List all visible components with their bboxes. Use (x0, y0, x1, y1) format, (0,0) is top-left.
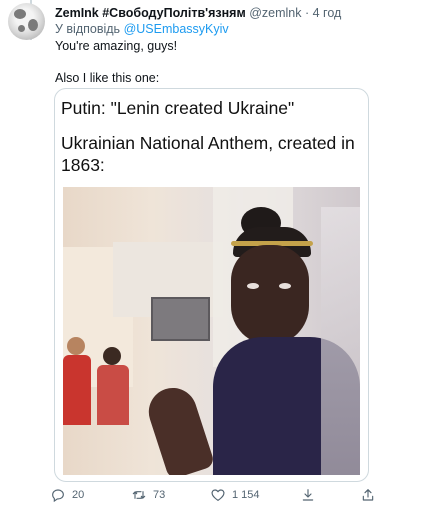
user-handle[interactable]: @zemlnk (249, 6, 301, 20)
photo-bg-monitor (151, 297, 210, 341)
photo-person-head (103, 347, 121, 365)
display-name[interactable]: ZemInk #СвободуПолітв'язням (55, 6, 246, 20)
retweet-icon[interactable] (131, 487, 147, 503)
tweet-header: ZemInk #СвободуПолітв'язням @zemlnk · 4 … (55, 5, 420, 21)
timestamp[interactable]: 4 год (313, 6, 342, 20)
avatar-art-shape (18, 25, 25, 32)
meme-line-putin: Putin: "Lenin created Ukraine" (61, 98, 295, 118)
reply-handle-link[interactable]: @USEmbassyKyiv (124, 22, 229, 36)
photo-person-body (97, 365, 129, 425)
photo-face (231, 245, 309, 345)
photo-bg-right (321, 207, 360, 475)
photo-eye (279, 283, 291, 289)
photo-person-body (63, 355, 91, 425)
reply-action[interactable]: 20 (50, 487, 84, 503)
photo-eye (247, 283, 259, 289)
tweet-text-second: Also I like this one: (55, 71, 160, 85)
download-arrow-icon[interactable] (300, 487, 316, 503)
avatar[interactable] (8, 3, 45, 40)
reply-prefix: У відповідь (55, 22, 121, 36)
meme-caption: Putin: "Lenin created Ukraine" Ukrainian… (61, 97, 362, 176)
share-icon[interactable] (360, 487, 376, 503)
like-action[interactable]: 1 154 (210, 487, 260, 503)
share-action[interactable] (360, 487, 376, 503)
photo-hand (142, 381, 216, 475)
like-count: 1 154 (232, 489, 260, 501)
avatar-art-shape (28, 19, 38, 31)
avatar-art-shape (14, 9, 26, 19)
action-bar: 20 73 1 154 (50, 487, 390, 507)
separator-dot: · (304, 6, 310, 20)
retweet-action[interactable]: 73 (131, 487, 165, 503)
reply-context: У відповідь @USEmbassyKyiv (55, 21, 420, 37)
tweet-text: You're amazing, guys! (55, 39, 178, 53)
tweet: ZemInk #СвободуПолітв'язням @zemlnk · 4 … (55, 5, 420, 86)
media-card[interactable]: Putin: "Lenin created Ukraine" Ukrainian… (54, 88, 369, 482)
reply-icon[interactable] (50, 487, 66, 503)
photo-person-head (67, 337, 85, 355)
meme-photo[interactable] (63, 187, 360, 475)
reply-count: 20 (72, 489, 85, 501)
meme-line-anthem: Ukrainian National Anthem, created in 18… (61, 133, 355, 175)
heart-icon[interactable] (210, 487, 226, 503)
bookmark-action[interactable] (300, 487, 316, 503)
retweet-count: 73 (153, 489, 166, 501)
